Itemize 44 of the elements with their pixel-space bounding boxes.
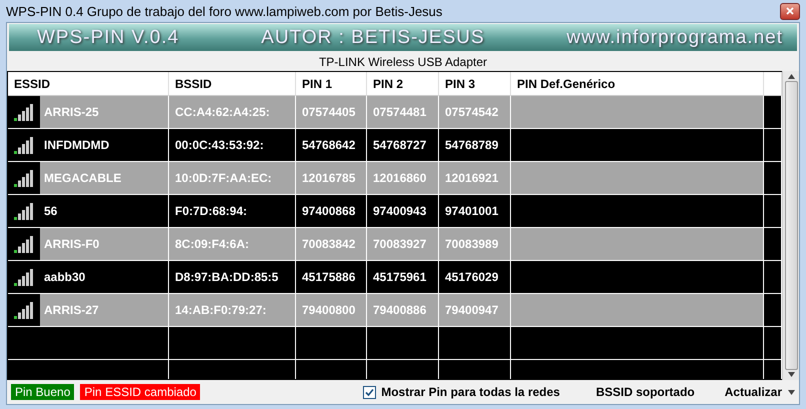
bssid-status: BSSID soportado [596,385,695,399]
table-cell: 70083927 [367,228,439,260]
table-cell: 79400947 [439,294,511,326]
scroll-down-icon[interactable] [788,372,794,377]
banner-text: www.inforprograma.net [566,26,783,48]
dropdown-icon[interactable] [788,390,795,394]
table-cell: ARRIS-27 [8,294,169,326]
adapter-label: TP-LINK Wireless USB Adapter [318,54,488,71]
banner-text: AUTOR : BETIS-JESUS [261,26,485,48]
table-cell: 07574405 [296,96,367,128]
table-cell: 07574542 [439,96,511,128]
table-cell: 12016785 [296,162,367,194]
table-cell: ARRIS-25 [8,96,169,128]
table-cell: 12016860 [367,162,439,194]
window-title: WPS-PIN 0.4 Grupo de trabajo del foro www.lampiweb.com por Betis-Jesus [6,4,442,18]
signal-icon [13,135,35,155]
scroll-up-icon[interactable] [788,74,794,79]
signal-icon [13,234,35,254]
scrollbar[interactable] [782,71,799,380]
table-cell: 12016921 [439,162,511,194]
table-cell: 70083989 [439,228,511,260]
table-cell: 79400886 [367,294,439,326]
check-icon [365,388,374,396]
table-cell: 10:0D:7F:AA:EC: [169,162,296,194]
signal-icon [13,300,35,320]
signal-icon [13,201,35,221]
show-all-checkbox[interactable]: Mostrar Pin para todas la redes [363,385,560,399]
banner-text: WPS-PIN V.0.4 [37,26,180,48]
table-cell: 70083842 [296,228,367,260]
signal-icon [13,168,35,188]
table-cell: 8C:09:F4:6A: [169,228,296,260]
table-cell: 14:AB:F0:79:27: [169,294,296,326]
table-cell: MEGACABLE [8,162,169,194]
close-button[interactable] [780,2,800,20]
signal-icon [13,267,35,287]
table-cell: CC:A4:62:A4:25: [169,96,296,128]
legend-tag: Pin Bueno [11,384,74,400]
table-cell: 07574481 [367,96,439,128]
close-icon [786,7,794,15]
table-cell: 79400800 [296,294,367,326]
refresh-button[interactable]: Actualizar [724,385,782,399]
table-cell: ARRIS-F0 [8,228,169,260]
signal-icon [13,102,35,122]
legend-tag: Pin ESSID cambiado [80,384,200,400]
